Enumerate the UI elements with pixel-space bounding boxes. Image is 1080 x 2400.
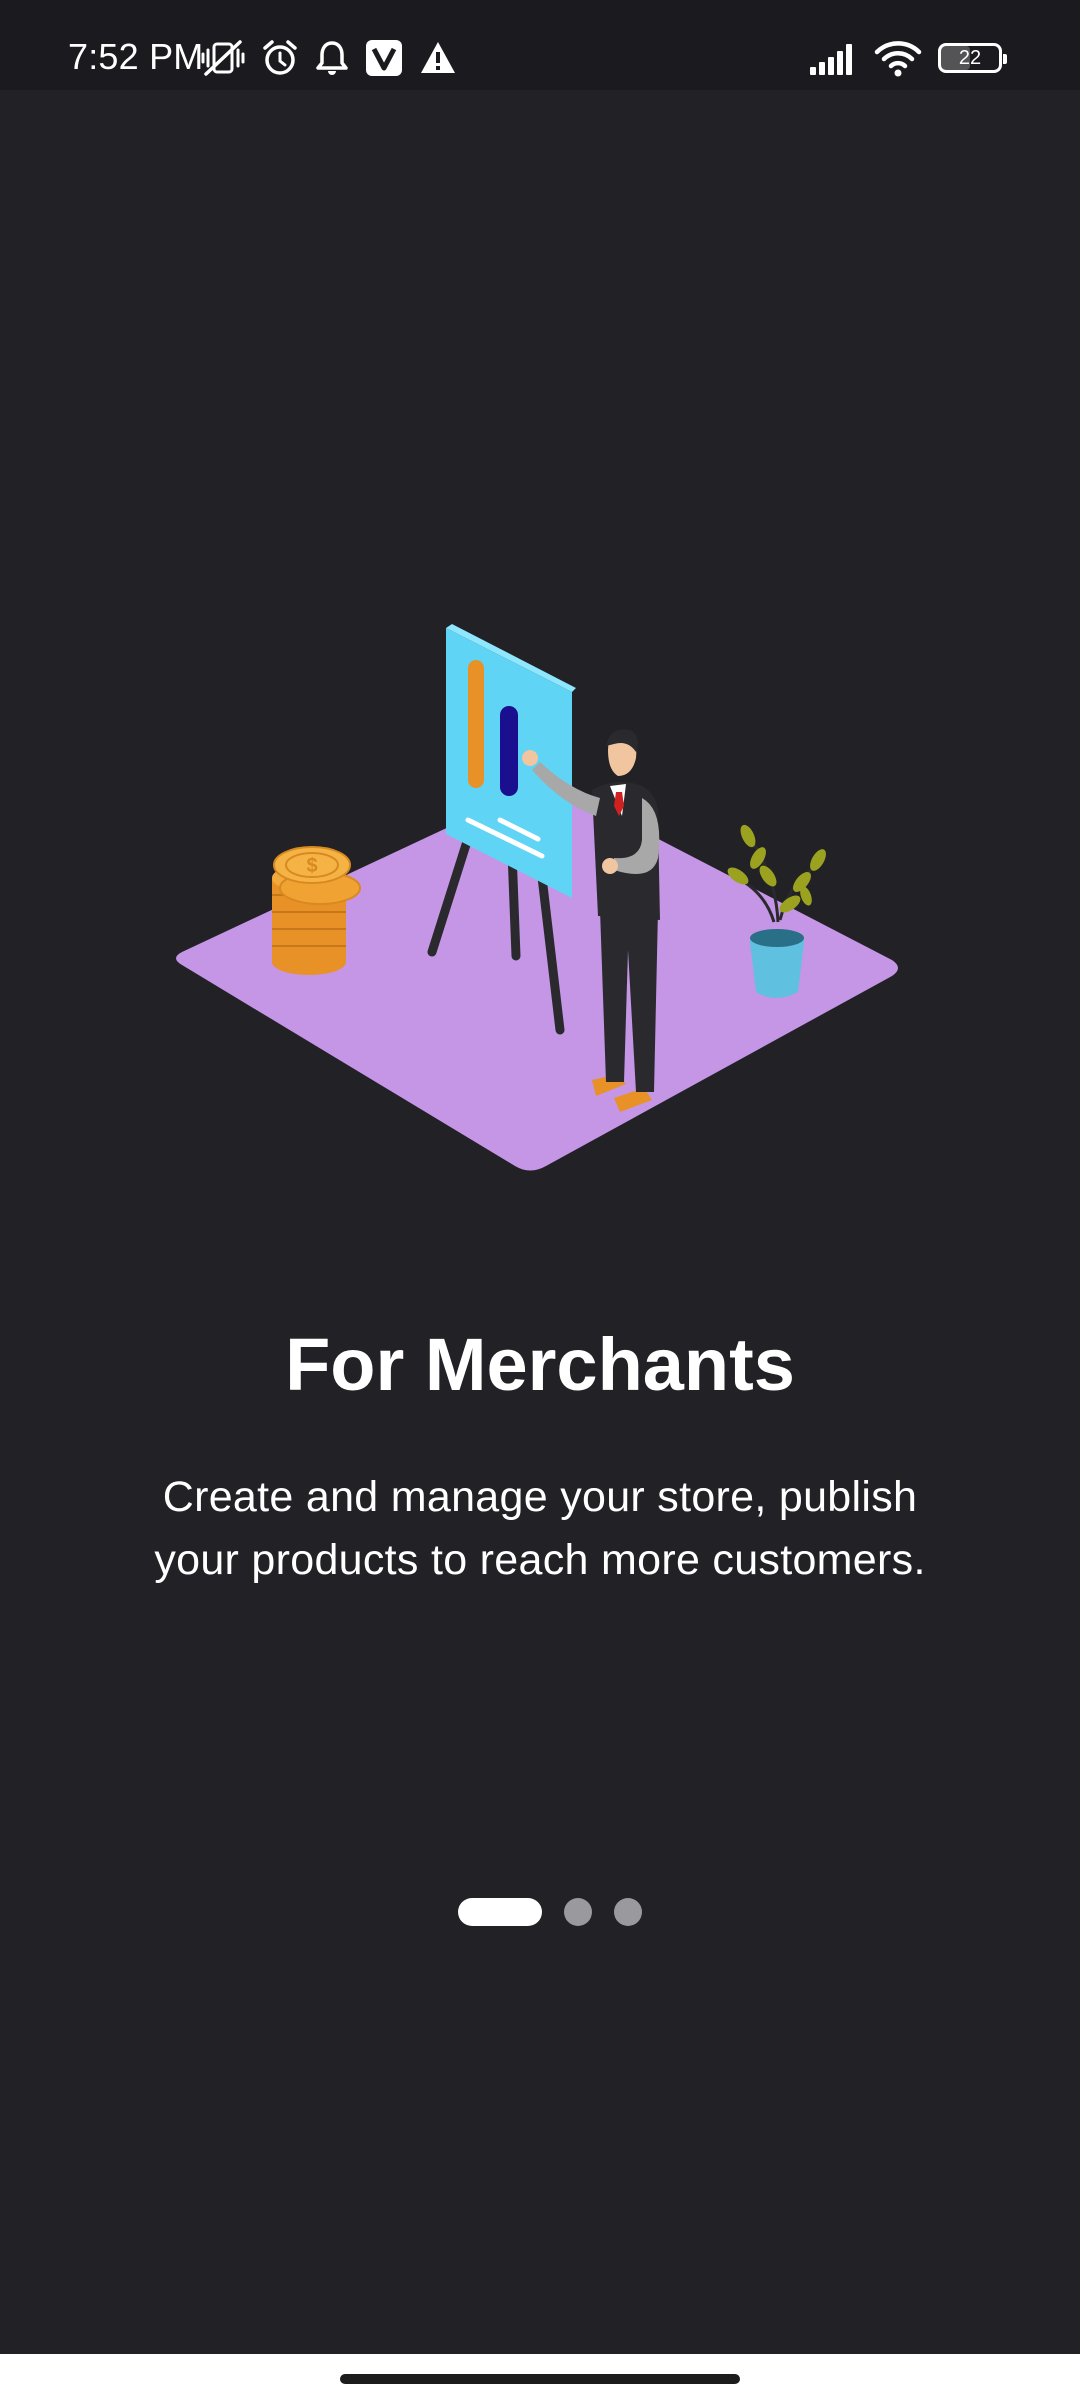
page-indicator xyxy=(0,1898,1080,1926)
navigation-bar xyxy=(0,2354,1080,2400)
onboarding-description: Create and manage your store, publish yo… xyxy=(154,1473,926,1584)
notification-bell-icon xyxy=(316,41,348,75)
alarm-icon xyxy=(263,40,297,75)
page-indicator-dot[interactable] xyxy=(614,1898,642,1926)
page-indicator-dot[interactable] xyxy=(564,1898,592,1926)
status-time: 7:52 PM xyxy=(68,36,204,77)
wifi-icon xyxy=(874,41,922,77)
status-bar: 7:52 PM 22 xyxy=(0,0,1080,90)
warning-icon xyxy=(421,42,455,73)
battery-level-text: 22 xyxy=(958,47,982,69)
page-indicator-dot-active[interactable] xyxy=(458,1898,542,1926)
vibrate-off-icon xyxy=(201,40,245,76)
svg-text:$: $ xyxy=(306,855,317,877)
onboarding-title: For Merchants xyxy=(285,1323,795,1406)
home-gesture-handle[interactable] xyxy=(340,2374,740,2384)
status-notification-icons xyxy=(200,34,458,82)
signal-icon xyxy=(810,44,852,75)
onboarding-screen: 7:52 PM 22 $ For Merchants Create and ma… xyxy=(0,0,1080,2400)
battery-icon: 22 xyxy=(938,43,1007,73)
v-app-icon xyxy=(366,40,402,76)
merchant-presentation-illustration: $ xyxy=(176,624,898,1171)
status-system-icons: 22 xyxy=(808,34,1007,82)
